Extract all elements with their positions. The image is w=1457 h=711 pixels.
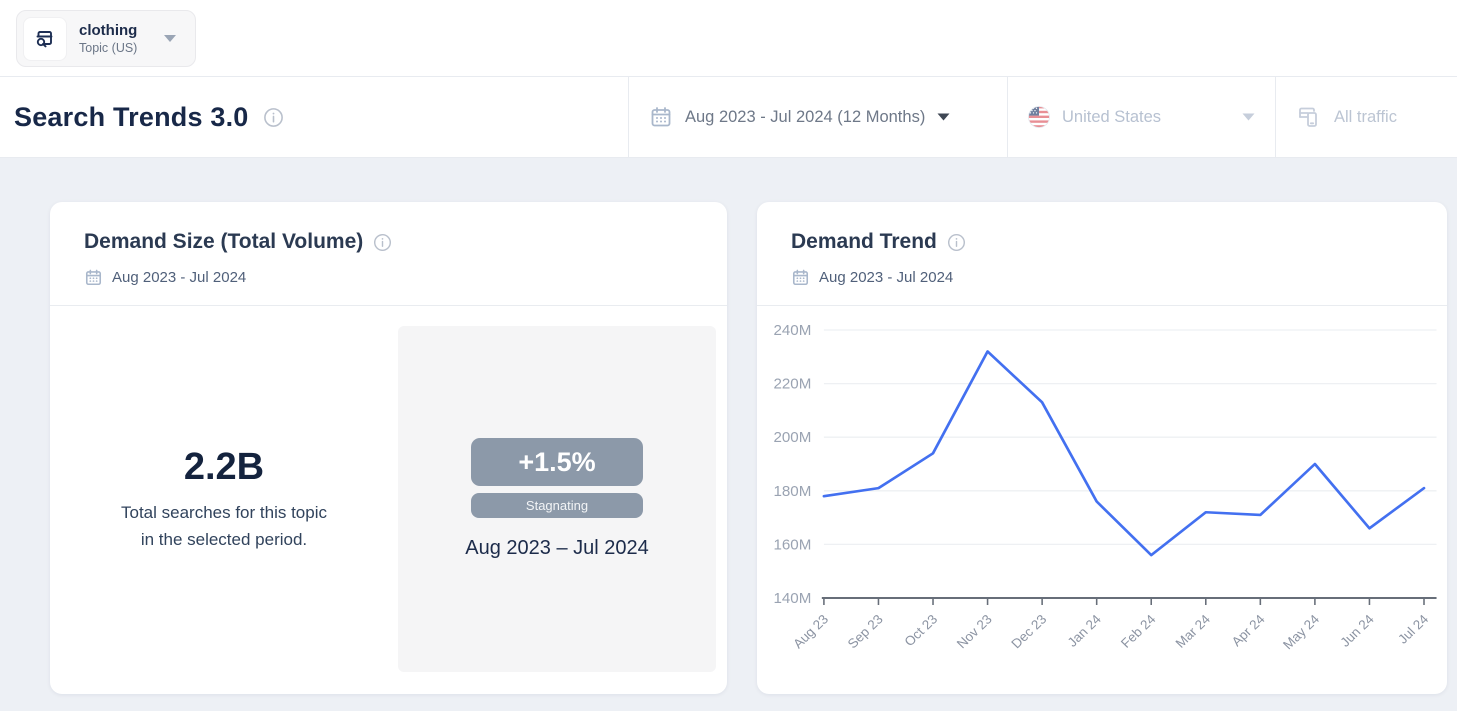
svg-text:Apr 24: Apr 24	[1229, 612, 1268, 649]
svg-text:160M: 160M	[773, 538, 811, 554]
change-period-label: Aug 2023 – Jul 2024	[465, 537, 649, 559]
demand-trend-title: Demand Trend	[791, 230, 937, 253]
main-content: Demand Size (Total Volume) Aug 2023 - Ju…	[0, 158, 1457, 711]
total-volume-description: Total searches for this topic in the sel…	[121, 499, 327, 553]
calendar-icon	[84, 268, 103, 287]
header-row: Search Trends 3.0 Aug 2023 - Jul 2024 (1…	[0, 77, 1457, 158]
date-range-label: Aug 2023 - Jul 2024 (12 Months)	[685, 107, 926, 126]
country-label: United States	[1062, 107, 1162, 126]
svg-text:180M: 180M	[773, 484, 811, 500]
chevron-down-icon	[937, 113, 950, 121]
header-title-wrap: Search Trends 3.0	[0, 77, 628, 157]
svg-text:140M: 140M	[773, 591, 811, 607]
demand-change-panel: +1.5% Stagnating Aug 2023 – Jul 2024	[398, 326, 716, 672]
description-line-1: Total searches for this topic	[121, 502, 327, 522]
description-line-2: in the selected period.	[140, 529, 308, 549]
calendar-icon	[649, 105, 673, 129]
us-flag-icon	[1028, 106, 1050, 128]
total-volume-value: 2.2B	[183, 445, 265, 488]
svg-text:200M: 200M	[773, 430, 811, 446]
svg-text:Aug 23: Aug 23	[790, 612, 831, 651]
entity-text: clothing Topic (US)	[79, 21, 137, 56]
entity-name: clothing	[79, 22, 138, 39]
entity-icon-tile	[23, 16, 67, 61]
svg-text:Mar 24: Mar 24	[1172, 612, 1213, 651]
svg-text:Dec 23: Dec 23	[1008, 612, 1049, 651]
traffic-type-selector[interactable]: All traffic	[1275, 77, 1457, 157]
chevron-down-icon	[163, 34, 177, 43]
svg-text:Jun 24: Jun 24	[1337, 612, 1377, 650]
page-title: Search Trends 3.0	[14, 101, 249, 132]
change-percent-badge: +1.5%	[471, 438, 643, 486]
chevron-down-icon	[1242, 113, 1255, 121]
demand-trend-date-range: Aug 2023 - Jul 2024	[819, 269, 954, 286]
traffic-label: All traffic	[1334, 107, 1397, 126]
calendar-icon	[791, 268, 810, 287]
info-icon[interactable]	[373, 233, 392, 252]
svg-text:Sep 23: Sep 23	[845, 612, 886, 651]
topbar: clothing Topic (US)	[0, 0, 1457, 77]
svg-text:Oct 23: Oct 23	[901, 612, 940, 649]
demand-size-title: Demand Size (Total Volume)	[84, 230, 364, 253]
demand-size-card: Demand Size (Total Volume) Aug 2023 - Ju…	[50, 202, 727, 694]
svg-text:Feb 24: Feb 24	[1118, 612, 1159, 651]
line-chart-svg: 140M 160M 180M 200M 220M 240M Aug 23 Sep 23 Oct …	[773, 323, 1437, 652]
demand-trend-card: Demand Trend Aug 2023 - Jul 2024 140M 16…	[757, 202, 1447, 694]
demand-trend-chart: 140M 160M 180M 200M 220M 240M Aug 23 Sep 23 Oct …	[757, 306, 1447, 678]
svg-text:240M: 240M	[773, 323, 811, 339]
trend-status-badge: Stagnating	[471, 493, 643, 518]
svg-text:Jan 24: Jan 24	[1064, 612, 1104, 650]
entity-selector-chip[interactable]: clothing Topic (US)	[16, 10, 197, 67]
date-range-picker[interactable]: Aug 2023 - Jul 2024 (12 Months)	[628, 77, 1007, 157]
info-icon[interactable]	[263, 107, 284, 128]
svg-text:Jul 24: Jul 24	[1395, 612, 1431, 647]
svg-text:Nov 23: Nov 23	[954, 612, 995, 651]
svg-text:May 24: May 24	[1280, 612, 1322, 652]
demand-size-body: 2.2B Total searches for this topic in th…	[50, 306, 727, 683]
topic-search-icon	[33, 27, 57, 51]
demand-size-total-block: 2.2B Total searches for this topic in th…	[50, 326, 398, 672]
demand-size-date-range: Aug 2023 - Jul 2024	[112, 269, 247, 286]
country-selector[interactable]: United States	[1007, 77, 1275, 157]
info-icon[interactable]	[947, 233, 966, 252]
demand-size-header: Demand Size (Total Volume) Aug 2023 - Ju…	[50, 202, 727, 305]
devices-icon	[1296, 104, 1322, 130]
entity-type: Topic (US)	[79, 41, 138, 55]
demand-trend-header: Demand Trend Aug 2023 - Jul 2024	[757, 202, 1447, 305]
svg-text:220M: 220M	[773, 377, 811, 393]
